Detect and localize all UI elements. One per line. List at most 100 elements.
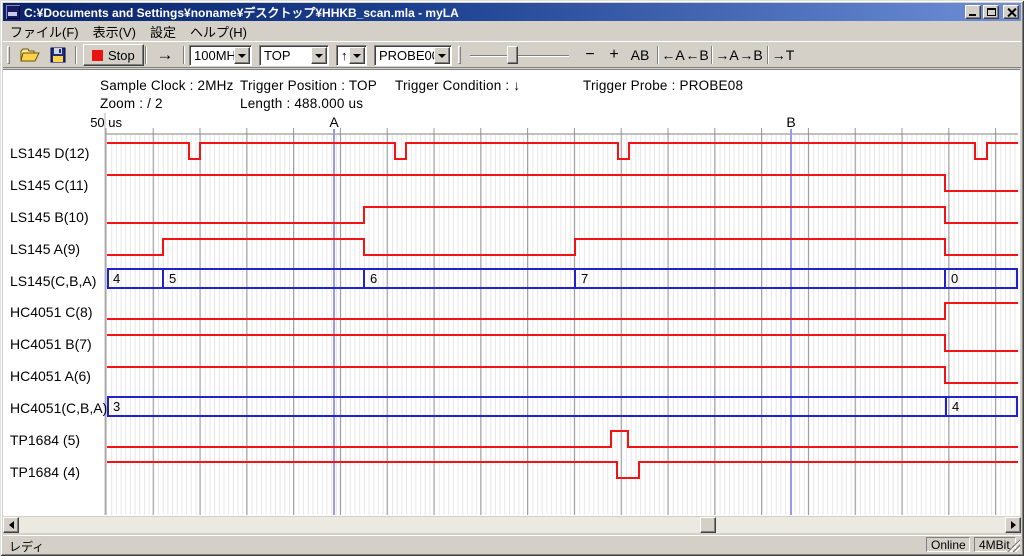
app-icon[interactable] <box>6 5 20 19</box>
bus-value: 5 <box>169 271 176 286</box>
resize-grip[interactable] <box>1007 539 1020 552</box>
zoom-in-button[interactable]: + <box>603 44 625 66</box>
ab-label: AB <box>631 47 650 63</box>
statusbar: レディ Online 4MBit <box>3 535 1021 553</box>
channel-label: LS145 D(12) <box>10 145 89 161</box>
maximize-button[interactable] <box>983 5 999 19</box>
zoom-ab-button[interactable]: AB <box>627 44 653 66</box>
triangle-right-icon <box>1011 521 1016 529</box>
save-button[interactable] <box>45 44 71 66</box>
goto-marker-b-back-button[interactable]: ←B <box>685 44 709 66</box>
trigger-position-select[interactable]: TOP <box>259 45 329 66</box>
chevron-down-icon <box>353 54 361 58</box>
info-sample-clock: Sample Clock : 2MHz <box>100 78 234 93</box>
dropdown-button[interactable] <box>311 47 327 64</box>
toolbar-separator <box>767 46 769 64</box>
stop-button[interactable]: Stop <box>83 44 144 66</box>
waveform <box>107 367 1018 383</box>
zoom-slider-thumb[interactable] <box>507 46 518 64</box>
left-arrow-a-icon: ←A <box>661 47 684 63</box>
goto-marker-a-back-button[interactable]: ←A <box>661 44 685 66</box>
trigger-probe-value: PROBE00 <box>375 48 434 63</box>
grid-minor <box>112 135 1015 515</box>
trigger-edge-select[interactable]: ↑ <box>336 45 367 66</box>
toolbar-separator <box>75 46 77 64</box>
waveform <box>107 335 1018 351</box>
minimize-button[interactable] <box>965 5 981 19</box>
waveform <box>107 462 1018 478</box>
marker-label-a: A <box>329 114 339 130</box>
bus-value: 6 <box>370 271 377 286</box>
sample-clock-value: 100MHz <box>190 48 234 63</box>
scroll-right-button[interactable] <box>1005 517 1021 533</box>
info-zoom: Zoom : / 2 <box>100 96 163 111</box>
bus-transitions <box>108 397 1017 416</box>
titlebar[interactable]: C:¥Documents and Settings¥noname¥デスクトップ¥… <box>3 3 1021 21</box>
scroll-left-button[interactable] <box>3 517 19 533</box>
channel-label: HC4051 C(8) <box>10 304 92 320</box>
sample-clock-select[interactable]: 100MHz <box>189 45 252 66</box>
left-arrow-b-icon: ←B <box>685 47 708 63</box>
menu-file[interactable]: ファイル(F) <box>3 21 86 42</box>
window-controls <box>965 5 1019 19</box>
open-file-button[interactable] <box>17 44 43 66</box>
trigger-probe-select[interactable]: PROBE00 <box>374 45 452 66</box>
waveform-client-area[interactable]: Sample Clock : 2MHz Trigger Position : T… <box>3 69 1020 516</box>
bus-waveform <box>107 397 1018 416</box>
app-window: C:¥Documents and Settings¥noname¥デスクトップ¥… <box>0 0 1024 556</box>
goto-marker-a-fwd-button[interactable]: →A <box>715 44 739 66</box>
menu-settings[interactable]: 設定 <box>143 21 183 42</box>
goto-trigger-button[interactable]: →T <box>771 44 795 66</box>
dropdown-button[interactable] <box>349 47 365 64</box>
marker-label-b: B <box>786 114 795 130</box>
zoom-out-button[interactable]: − <box>579 44 601 66</box>
close-button[interactable] <box>1003 5 1019 19</box>
toolbar-grip[interactable] <box>458 46 461 64</box>
close-icon <box>1007 8 1016 17</box>
menu-help[interactable]: ヘルプ(H) <box>183 21 254 42</box>
plus-icon: + <box>609 46 618 64</box>
toolbar-separator <box>657 46 659 64</box>
bus-value: 7 <box>581 271 588 286</box>
waveform <box>107 207 1018 223</box>
bus-value: 4 <box>113 271 120 286</box>
toolbar-separator <box>711 46 713 64</box>
dropdown-button[interactable] <box>234 47 250 64</box>
waveform <box>107 175 1018 191</box>
bus-waveform <box>107 269 1018 288</box>
menu-view[interactable]: 表示(V) <box>86 21 143 42</box>
goto-marker-b-fwd-button[interactable]: →B <box>739 44 763 66</box>
waveform <box>107 239 1018 255</box>
bus-value: 3 <box>113 399 120 414</box>
right-arrow-b-icon: →B <box>739 47 762 63</box>
toolbar-grip[interactable] <box>7 46 10 64</box>
horizontal-scrollbar[interactable] <box>3 517 1021 533</box>
waveform <box>107 303 1018 319</box>
trigger-position-value: TOP <box>260 48 311 63</box>
scrollbar-thumb[interactable] <box>700 517 716 533</box>
status-online-badge: Online <box>926 537 970 552</box>
run-arrow-icon: → <box>157 45 174 65</box>
timing-plot: 50 us A B LS145 D(12) LS145 C(11) LS145 B(10)… <box>3 69 1020 516</box>
toolbar: Stop → 100MHz TOP ↑ PROBE00 − <box>3 41 1021 68</box>
info-trigger-position: Trigger Position : TOP <box>240 78 377 93</box>
right-arrow-t-icon: →T <box>772 47 795 63</box>
run-button[interactable]: → <box>151 44 179 66</box>
bus-value: 0 <box>951 271 958 286</box>
floppy-icon <box>50 47 66 63</box>
maximize-icon <box>987 8 996 16</box>
channel-label: HC4051(C,B,A) <box>10 400 107 416</box>
info-trigger-probe: Trigger Probe : PROBE08 <box>583 78 743 93</box>
dropdown-button[interactable] <box>434 47 450 64</box>
status-ready-text: レディ <box>9 538 44 555</box>
right-arrow-a-icon: →A <box>715 47 738 63</box>
channel-label: LS145 B(10) <box>10 209 89 225</box>
channel-label: LS145 C(11) <box>10 177 88 193</box>
chevron-down-icon <box>315 54 323 58</box>
toolbar-separator <box>183 46 185 64</box>
channel-label: TP1684 (5) <box>10 432 80 448</box>
time-scale-label: 50 us <box>90 115 122 130</box>
triangle-left-icon <box>9 521 14 529</box>
channel-label: HC4051 A(6) <box>10 368 91 384</box>
zoom-slider-track[interactable] <box>470 55 569 57</box>
